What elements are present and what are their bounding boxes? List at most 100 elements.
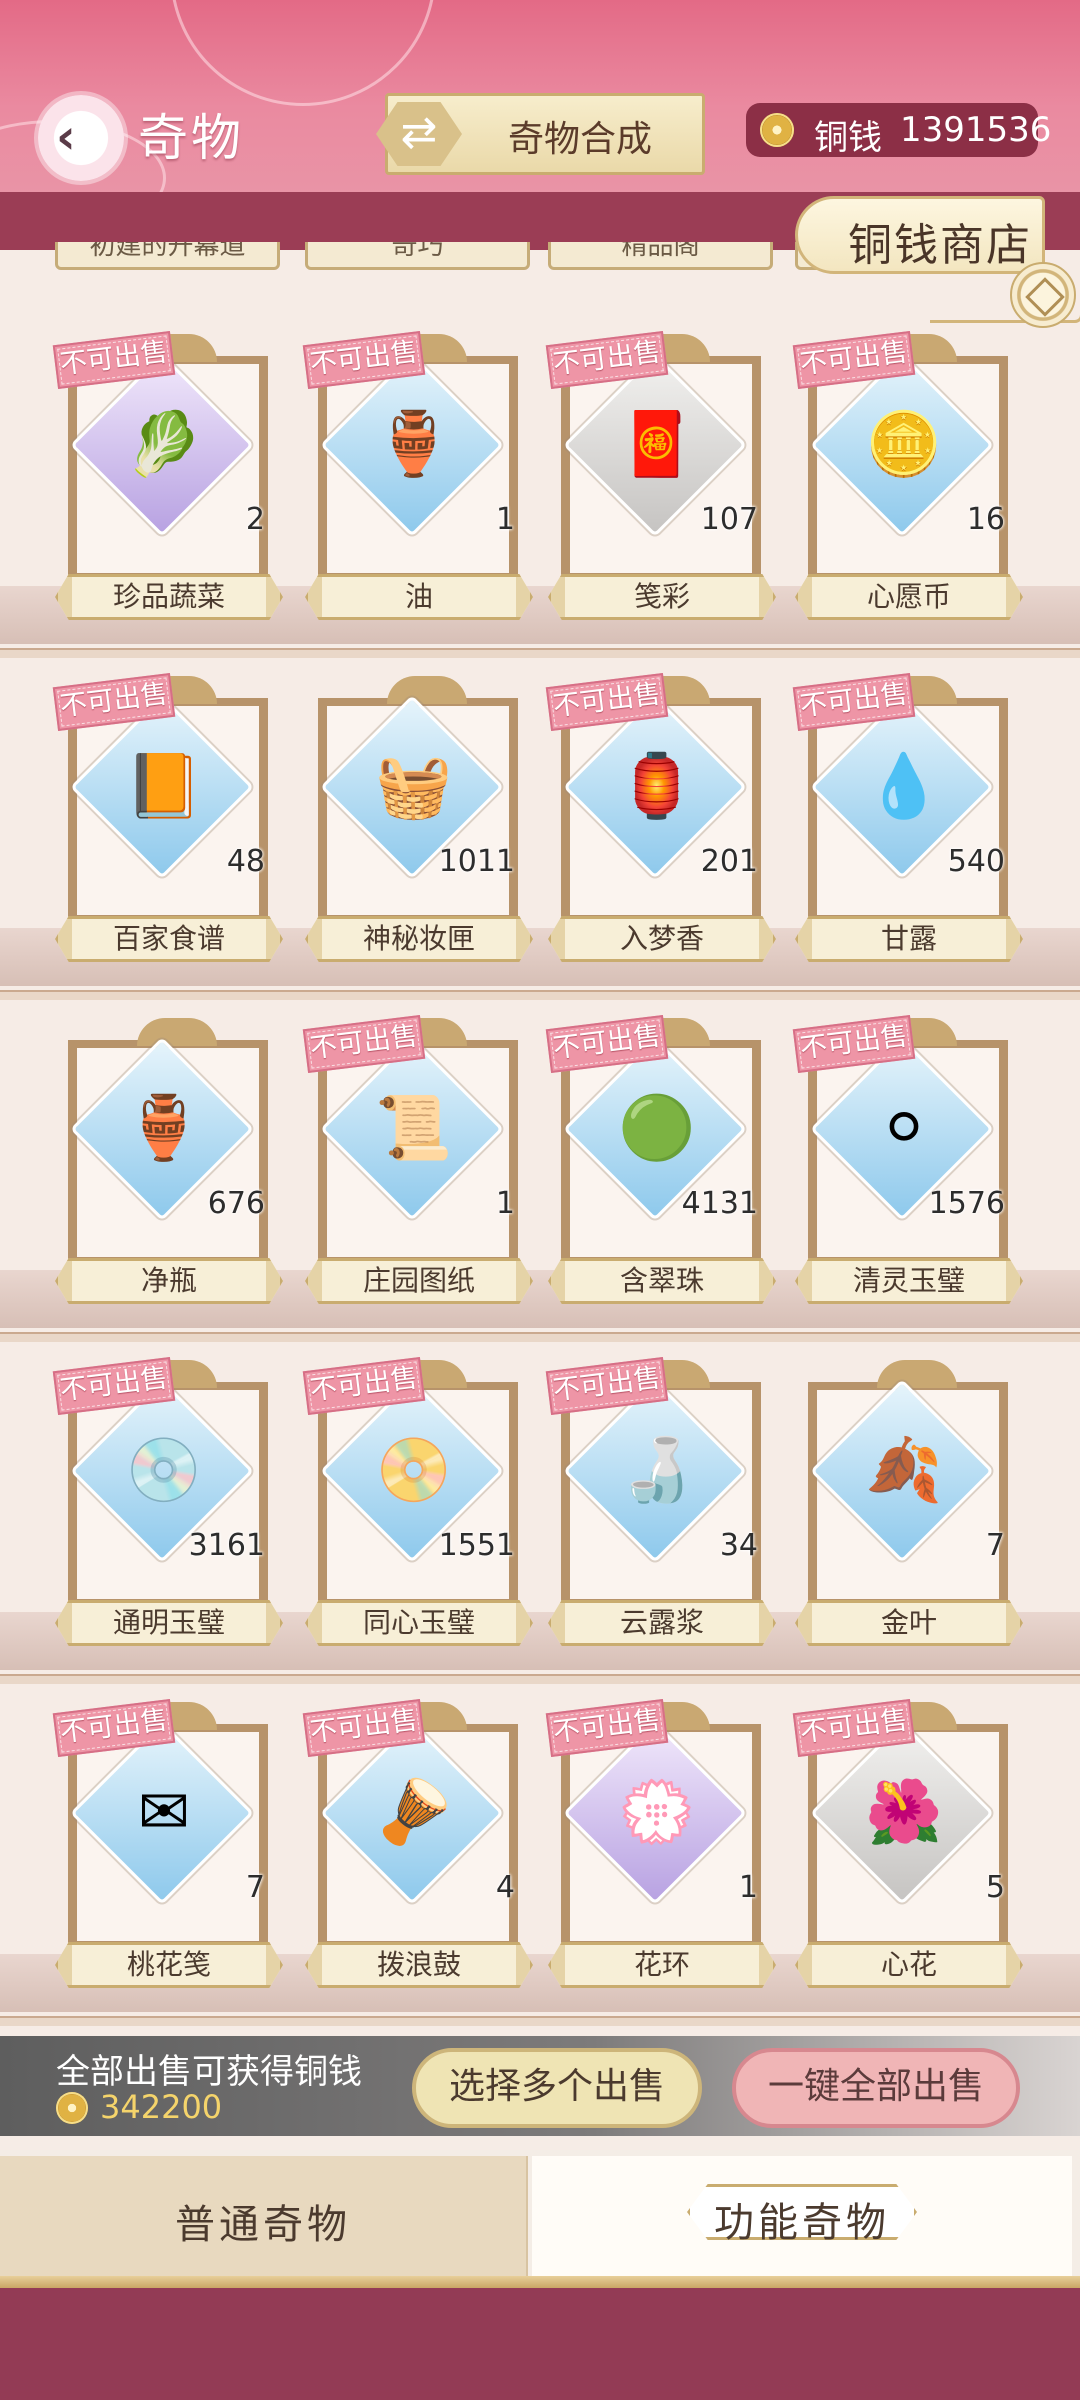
item-count: 540 [947,844,1005,879]
item-count: 7 [985,1528,1005,1563]
item-card[interactable]: 📜 1 不可出售 庄园图纸 [302,1002,535,1304]
bottom-divider [0,2276,1080,2288]
blueprint-scroll-icon: 📜 [375,1091,453,1164]
wish-coin-icon: 🪙 [865,407,943,480]
item-name: 桃花笺 [55,1942,283,1988]
item-count: 1 [495,502,515,537]
rattle-drum-icon: 🪘 [375,1775,453,1848]
item-card[interactable]: 🏺 1 不可出售油 [302,318,535,620]
item-name: 云露浆 [548,1600,776,1646]
dew-drop-icon: 💧 [865,749,943,822]
item-count: 1011 [438,844,515,879]
tab-functional-items[interactable]: 功能奇物 [532,2156,1072,2276]
peach-letter-icon: ✉ [138,1775,190,1848]
item-card[interactable]: 🟢 4131 不可出售 含翠珠 [545,1002,778,1304]
cabbage-icon: 🥬 [125,407,203,480]
shelf-rail [0,1332,1080,1342]
back-button[interactable]: ‹ [38,95,124,181]
item-card[interactable]: 📀 1551 不可出售 同心玉璧 [302,1344,535,1646]
item-card[interactable]: 🧺 1011 神秘妆匣 [305,660,535,962]
item-card[interactable]: 💿 3161 不可出售 通明玉璧 [52,1344,285,1646]
item-card[interactable]: ✉ 7 不可出售 桃花笺 [52,1686,285,1988]
item-name: 净瓶 [55,1258,283,1304]
item-count: 7 [245,1870,265,1905]
flower-icon [38,95,124,181]
jade-pearl-icon: 🟢 [618,1091,696,1164]
copper-coin-icon [760,113,794,147]
subcategory-tab[interactable]: 奇巧 [305,242,530,270]
shelf-rail [0,2016,1080,2026]
item-count: 3161 [188,1528,265,1563]
item-card[interactable]: 🏮 201 不可出售 入梦香 [545,660,778,962]
jade-disc-ornate-icon: 💿 [125,1433,203,1506]
item-name: 同心玉璧 [305,1600,533,1646]
tab-normal-label: 普通奇物 [175,2202,351,2248]
flower-wreath-icon: 💮 [618,1775,696,1848]
item-card[interactable]: ⚪ 1576 不可出售 清灵玉璧 [792,1002,1025,1304]
header-decoration [170,0,436,106]
item-card[interactable]: 🪘 4 不可出售 拨浪鼓 [302,1686,535,1988]
item-name: 花环 [548,1942,776,1988]
select-multiple-sell-button[interactable]: 选择多个出售 [412,2048,702,2128]
sell-bar: 全部出售可获得铜钱 342200 选择多个出售 一键全部出售 [0,2036,1080,2136]
copper-shop-button[interactable]: 铜钱商店 [795,196,1045,274]
item-name: 通明玉璧 [55,1600,283,1646]
currency-display: 铜钱 1391536 [746,103,1051,158]
page-title: 奇物 [138,109,244,167]
item-count: 16 [966,502,1005,537]
item-count: 107 [700,502,758,537]
item-card[interactable]: 💧 540 不可出售 甘露 [792,660,1025,962]
item-name: 笺彩 [548,574,776,620]
shelf-rail [0,648,1080,658]
item-card[interactable]: 🧧 107 不可出售 笺彩 [545,318,778,620]
shop-label: 铜钱商店 [848,220,1032,271]
item-count: 4 [495,1870,515,1905]
synthesis-button[interactable]: ⇄ 奇物合成 [376,93,705,175]
item-count: 48 [226,844,265,879]
item-count: 1551 [438,1528,515,1563]
item-name: 入梦香 [548,916,776,962]
item-name: 心愿币 [795,574,1023,620]
item-name: 含翠珠 [548,1258,776,1304]
subcategory-tab[interactable]: 精品阁 [548,242,773,270]
purple-bottle-icon: 🍶 [618,1433,696,1506]
frame-cap [387,676,467,704]
subcategory-tab[interactable]: 初建的开幕道 [55,242,280,270]
item-name: 拨浪鼓 [305,1942,533,1988]
back-arrow-icon: ‹ [56,109,76,165]
item-count: 5 [985,1870,1005,1905]
synthesis-label: 奇物合成 [508,119,653,160]
frame-cap [877,1360,957,1388]
oil-jar-icon: 🏺 [375,407,453,480]
item-card[interactable]: 🏺 676 净瓶 [55,1002,285,1304]
swap-arrows-icon: ⇄ [376,102,462,166]
diamond-icon [1025,277,1065,317]
jade-disc-gold-icon: 📀 [375,1433,453,1506]
item-count: 1 [738,1870,758,1905]
item-card[interactable]: 🌺 5 不可出售 心花 [792,1686,1025,1988]
colored-paper-icon: 🧧 [618,407,696,480]
item-count: 676 [207,1186,265,1221]
item-card[interactable]: 🍂 7 金叶 [795,1344,1025,1646]
item-count: 2 [245,502,265,537]
item-card[interactable]: 💮 1 不可出售 花环 [545,1686,778,1988]
item-name: 神秘妆匣 [305,916,533,962]
item-card[interactable]: 🥬 2 不可出售 珍品蔬菜 [52,318,285,620]
item-name: 油 [305,574,533,620]
item-grid: 🥬 2 不可出售 珍品蔬菜 🏺 1 不可出售油 🧧 107 不可出售 笺彩 🪙 16 不可出售 心愿币 📙 48… [0,318,1080,2026]
item-card[interactable]: 📙 48 不可出售 百家食谱 [52,660,285,962]
sell-total-amount: 342200 [100,2088,223,2126]
bottom-bar [0,2288,1080,2400]
tab-normal-items[interactable]: 普通奇物 [0,2156,528,2276]
item-card[interactable]: 🍶 34 不可出售 云露浆 [545,1344,778,1646]
item-count: 1 [495,1186,515,1221]
item-count: 34 [719,1528,758,1563]
ginkgo-leaf-icon: 🍂 [865,1433,943,1506]
item-name: 珍品蔬菜 [55,574,283,620]
sell-all-button[interactable]: 一键全部出售 [732,2048,1020,2128]
item-name: 百家食谱 [55,916,283,962]
recipe-book-icon: 📙 [125,749,203,822]
item-card[interactable]: 🪙 16 不可出售 心愿币 [792,318,1025,620]
currency-value: 1391536 [900,110,1052,150]
item-name: 庄园图纸 [305,1258,533,1304]
